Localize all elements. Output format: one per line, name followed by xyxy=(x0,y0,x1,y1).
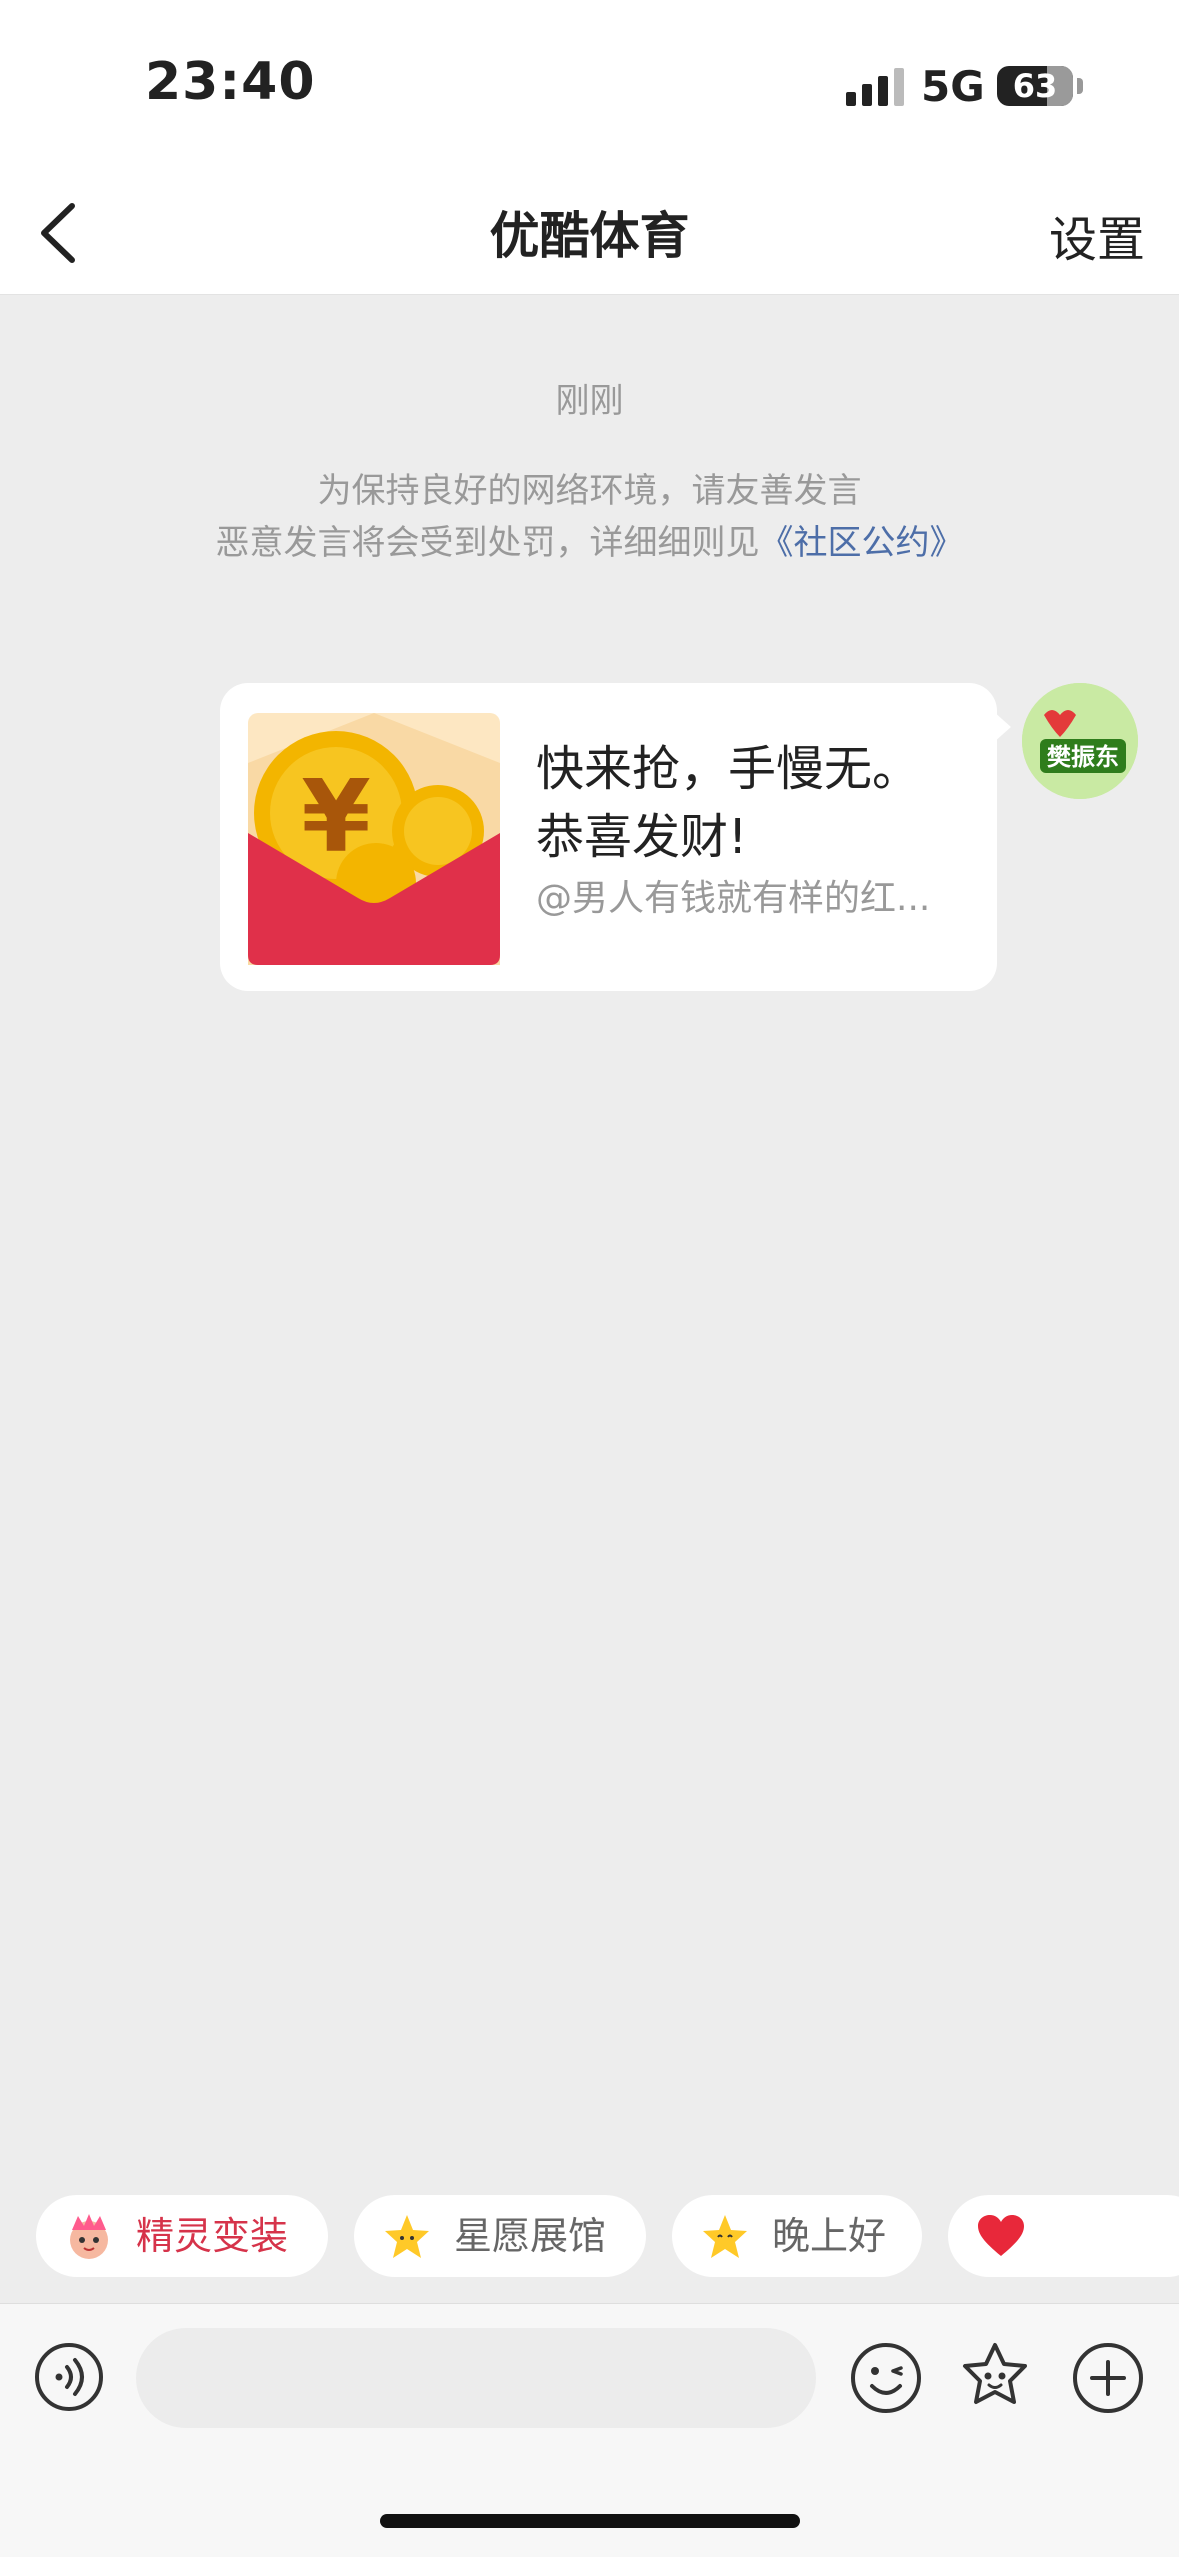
notice-line-2-text: 恶意发言将会受到处罚，详细细则见 xyxy=(215,523,760,563)
battery-icon: 63 xyxy=(997,66,1083,106)
quick-reply-chip[interactable]: 星愿展馆 xyxy=(354,2195,646,2277)
message-input-bar xyxy=(0,2303,1179,2557)
sticker-icon[interactable] xyxy=(958,2340,1032,2414)
quick-reply-chip[interactable]: 晚上好 xyxy=(672,2195,922,2277)
quick-reply-chip[interactable]: 精灵变装 xyxy=(36,2195,328,2277)
signal-icon xyxy=(846,68,904,106)
sender-avatar[interactable]: 樊振东 xyxy=(1022,683,1138,799)
red-packet-title: 快来抢，手慢无。 恭喜发财! xyxy=(536,735,976,871)
community-rules-link[interactable]: 《社区公约》 xyxy=(760,523,964,563)
page-title: 优酷体育 xyxy=(489,207,690,265)
quick-reply-bar: 精灵变装 星愿展馆 晚上好 xyxy=(0,2195,1179,2285)
quick-reply-label: 精灵变装 xyxy=(136,2214,289,2258)
chat-area[interactable]: 刚刚 为保持良好的网络环境，请友善发言 恶意发言将会受到处罚，详细细则见《社区公… xyxy=(0,295,1179,2175)
red-envelope-icon: ¥ xyxy=(248,713,500,965)
notice-line-1: 为保持良好的网络环境，请友善发言 xyxy=(317,471,862,511)
red-packet-title-line-1: 快来抢，手慢无。 xyxy=(536,741,921,797)
notice-line-2: 恶意发言将会受到处罚，详细细则见《社区公约》 xyxy=(0,517,1179,569)
settings-button[interactable]: 设置 xyxy=(1049,200,1145,270)
red-packet-message[interactable]: ¥ 快来抢，手慢无。 恭喜发财! @男人有钱就有样的红... xyxy=(220,683,1011,991)
red-packet-subtitle: @男人有钱就有样的红... xyxy=(536,878,931,919)
quick-reply-label: 晚上好 xyxy=(772,2214,887,2258)
nav-bar: 优酷体育 设置 xyxy=(0,170,1179,295)
message-input[interactable] xyxy=(136,2328,816,2428)
avatar-logo-icon: 樊振东 xyxy=(1022,683,1138,799)
status-bar: 23:40 5G 63 xyxy=(0,0,1179,170)
quick-reply-chip[interactable] xyxy=(948,2195,1179,2277)
status-time: 23:40 xyxy=(145,52,316,112)
star-face-icon xyxy=(703,2215,747,2258)
emoji-icon[interactable] xyxy=(850,2342,922,2414)
svg-text:樊振东: 樊振东 xyxy=(1047,743,1119,771)
voice-input-icon[interactable] xyxy=(34,2342,104,2412)
home-indicator xyxy=(380,2514,800,2528)
network-type: 5G xyxy=(921,62,985,111)
red-packet-title-line-2: 恭喜发财! xyxy=(536,809,748,865)
message-timestamp: 刚刚 xyxy=(555,381,624,421)
bubble-tail xyxy=(993,711,1011,743)
star-icon xyxy=(385,2215,429,2258)
elf-icon xyxy=(70,2214,108,2259)
plus-icon[interactable] xyxy=(1072,2342,1144,2414)
community-notice: 为保持良好的网络环境，请友善发言 恶意发言将会受到处罚，详细细则见《社区公约》 xyxy=(0,465,1179,569)
quick-reply-label: 星愿展馆 xyxy=(454,2214,607,2258)
heart-icon xyxy=(978,2215,1024,2256)
battery-level: 63 xyxy=(1012,67,1058,105)
